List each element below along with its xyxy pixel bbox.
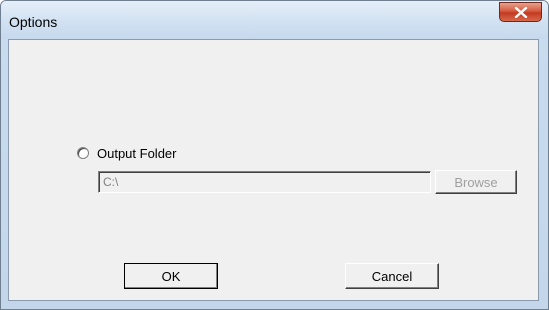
title-bar[interactable]: Options bbox=[1, 1, 548, 39]
ok-button[interactable]: OK bbox=[124, 263, 218, 289]
output-folder-radio[interactable] bbox=[77, 147, 89, 159]
options-dialog: Options Output Folder Browse OK Cancel bbox=[0, 0, 549, 310]
dialog-client-area: Output Folder Browse OK Cancel bbox=[8, 39, 539, 301]
close-button[interactable] bbox=[499, 2, 542, 22]
output-folder-label[interactable]: Output Folder bbox=[97, 146, 177, 161]
output-folder-option[interactable]: Output Folder bbox=[77, 145, 177, 161]
browse-button[interactable]: Browse bbox=[435, 170, 517, 194]
close-icon bbox=[514, 7, 528, 18]
output-folder-path-input[interactable] bbox=[98, 171, 431, 193]
window-title: Options bbox=[9, 14, 58, 30]
cancel-button[interactable]: Cancel bbox=[345, 263, 439, 289]
